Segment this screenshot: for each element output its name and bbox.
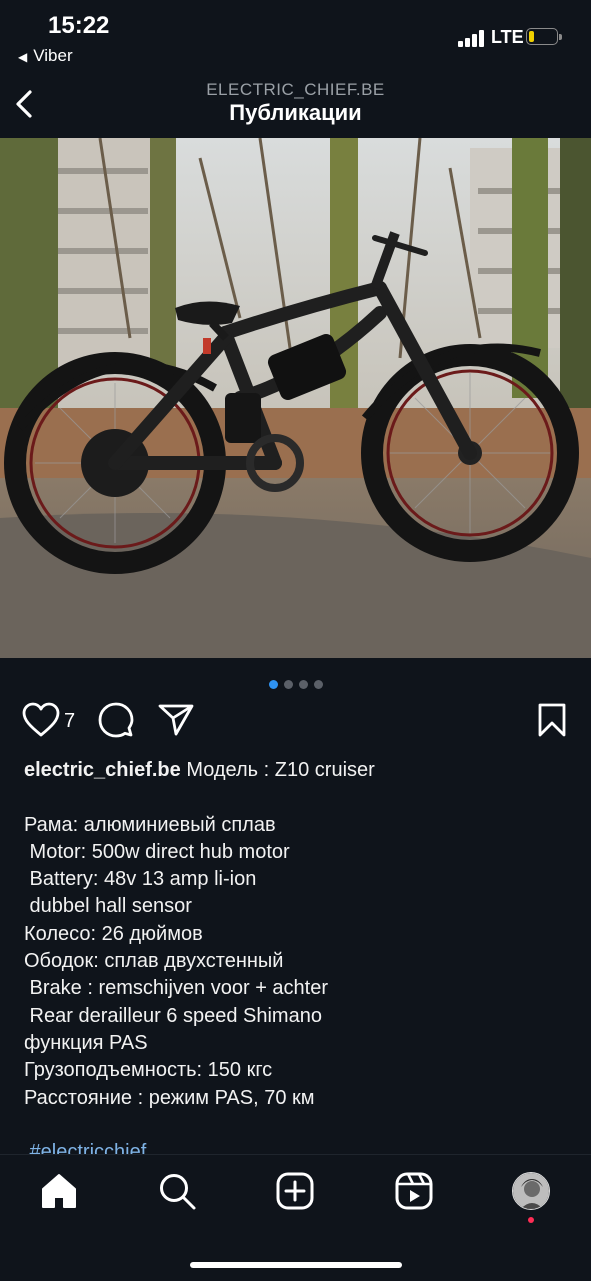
- caption-line: Рама: алюминиевый сплав: [24, 813, 276, 836]
- back-triangle-icon: ◀: [18, 50, 28, 64]
- caption-line: Ободок: сплав двухстенный: [24, 950, 284, 973]
- carousel-dot: [298, 680, 308, 689]
- page-title: Публикации: [229, 100, 362, 125]
- create-icon[interactable]: [275, 1171, 315, 1211]
- caption-line: dubbel hall sensor: [24, 895, 192, 918]
- network-label: LTE: [491, 27, 524, 47]
- signal-icon: [458, 29, 486, 47]
- battery-fill: [529, 31, 534, 42]
- carousel-dot: [313, 680, 323, 689]
- post-caption: electric_chief.be Модель : Z10 cruiser Р…: [24, 757, 574, 1166]
- carousel-dot: [268, 680, 278, 689]
- caption-model: Модель : Z10 cruiser: [186, 759, 375, 781]
- caption-line: Battery: 48v 13 amp li-ion: [24, 868, 257, 891]
- reels-icon[interactable]: [394, 1171, 434, 1211]
- notification-dot: [528, 1217, 534, 1223]
- caption-line: Расстояние : режим PAS, 70 км: [24, 1086, 315, 1109]
- caption-line: Brake : remschijven voor + achter: [24, 977, 329, 1000]
- account-name[interactable]: ELECTRIC_CHIEF.BE: [0, 80, 591, 100]
- caption-line: Грузоподъемность: 150 кгс: [24, 1059, 273, 1082]
- caption-line: Motor: 500w direct hub motor: [24, 840, 290, 863]
- comment-icon[interactable]: [98, 702, 134, 738]
- avatar-image: [513, 1173, 549, 1209]
- home-indicator: [190, 1262, 402, 1268]
- post-actions: 7: [0, 700, 591, 744]
- caption-line: Rear derailleur 6 speed Shimano: [24, 1004, 322, 1027]
- caption-body: Рама: алюминиевый сплав Motor: 500w dire…: [24, 812, 574, 1112]
- share-icon[interactable]: [158, 702, 194, 738]
- carousel-indicator: [0, 676, 591, 689]
- heart-icon[interactable]: [22, 702, 60, 738]
- back-app-label: Viber: [33, 46, 73, 65]
- top-nav: ELECTRIC_CHIEF.BE Публикации: [0, 72, 591, 138]
- caption-line: Колесо: 26 дюймов: [24, 922, 203, 945]
- caption-first-line: electric_chief.be Модель : Z10 cruiser: [24, 757, 574, 784]
- caption-username[interactable]: electric_chief.be: [24, 759, 181, 781]
- bookmark-icon[interactable]: [537, 702, 567, 738]
- ebike-photo: [0, 138, 591, 658]
- back-to-app-link[interactable]: ◀ Viber: [18, 46, 73, 66]
- battery-icon: [526, 28, 562, 45]
- caption-line: функция PAS: [24, 1031, 148, 1054]
- home-icon[interactable]: [39, 1171, 79, 1211]
- status-time: 15:22: [48, 12, 110, 39]
- like-count[interactable]: 7: [64, 710, 75, 733]
- profile-avatar[interactable]: [512, 1172, 550, 1210]
- status-bar: 15:22 ◀ Viber LTE: [0, 0, 591, 72]
- post-image[interactable]: [0, 138, 591, 658]
- carousel-dot: [283, 680, 293, 689]
- search-icon[interactable]: [157, 1171, 197, 1211]
